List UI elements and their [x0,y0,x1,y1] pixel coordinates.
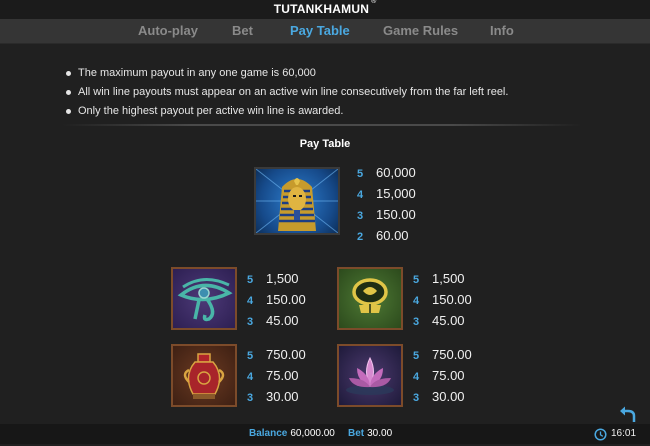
payout-amount: 60.00 [376,228,409,243]
lotus-flower-icon [337,344,403,407]
payout-count: 3 [413,316,420,328]
clock-time: 16:01 [611,428,637,439]
rule-item: The maximum payout in any one game is 60… [64,64,508,83]
payout-count: 5 [413,350,420,362]
payout-amount: 150.00 [432,292,472,307]
payout-amount: 45.00 [266,313,299,328]
bet-label: Bet [348,428,365,439]
payout-count: 5 [357,168,364,180]
paytable-title: Pay Table [299,138,351,150]
bet-value: 30.00 [367,428,393,439]
payout-row: 5 1,500 [247,268,306,289]
game-title: TUTANKHAMUN [273,2,370,16]
scarab-amulet-icon [337,267,403,330]
rule-item: All win line payouts must appear on an a… [64,83,508,102]
payout-row: 5 750.00 [247,344,306,365]
payout-count: 4 [413,371,420,383]
tab-info[interactable]: Info [490,19,514,43]
payout-count: 4 [357,189,364,201]
payout-amount: 45.00 [432,313,465,328]
balance-display: Balance 60,000.00 [249,424,335,444]
payout-amount: 150.00 [266,292,306,307]
payout-count: 3 [413,392,420,404]
tab-game-rules[interactable]: Game Rules [383,19,458,43]
payout-amount: 30.00 [266,389,299,404]
tab-pay-table[interactable]: Pay Table [290,19,350,43]
back-arrow-icon[interactable] [618,406,638,424]
registered-mark: ® [371,0,377,5]
payout-amount: 15,000 [376,186,416,201]
payout-count: 4 [247,295,254,307]
tab-auto-play[interactable]: Auto-play [138,19,198,43]
payout-count: 5 [247,274,254,286]
title-bar: TUTANKHAMUN® [0,0,650,19]
payout-amount: 1,500 [432,271,465,286]
payout-amount: 1,500 [266,271,299,286]
bet-display: Bet 30.00 [348,424,392,444]
payout-amount: 750.00 [432,347,472,362]
payout-amount: 75.00 [432,368,465,383]
footer-bar: Balance 60,000.00 Bet 30.00 16:01 [0,424,650,444]
scarab-payouts: 5 1,500 4 150.00 3 45.00 [413,268,472,331]
payout-row: 5 60,000 [357,162,416,183]
section-divider [62,124,582,126]
payout-amount: 30.00 [432,389,465,404]
payout-row: 3 45.00 [413,310,472,331]
pharaoh-mask-icon [254,167,340,235]
payout-row: 3 30.00 [413,386,472,407]
payout-amount: 75.00 [266,368,299,383]
payout-amount: 750.00 [266,347,306,362]
payout-row: 3 45.00 [247,310,306,331]
payout-count: 3 [247,316,254,328]
pharaoh-payouts: 5 60,000 4 15,000 3 150.00 2 60.00 [357,162,416,246]
tab-bet[interactable]: Bet [232,19,253,43]
tab-bar: Auto-play Bet Pay Table Game Rules Info [0,19,650,44]
payout-amount: 60,000 [376,165,416,180]
payout-row: 2 60.00 [357,225,416,246]
payout-count: 5 [247,350,254,362]
balance-label: Balance [249,428,288,439]
vase-payouts: 5 750.00 4 75.00 3 30.00 [247,344,306,407]
eye-of-horus-icon [171,267,237,330]
payout-count: 4 [247,371,254,383]
payout-row: 3 30.00 [247,386,306,407]
lotus-payouts: 5 750.00 4 75.00 3 30.00 [413,344,472,407]
payout-row: 4 15,000 [357,183,416,204]
payout-amount: 150.00 [376,207,416,222]
payout-row: 5 750.00 [413,344,472,365]
payout-row: 4 75.00 [413,365,472,386]
rule-item: Only the highest payout per active win l… [64,102,508,121]
payout-count: 5 [413,274,420,286]
payout-count: 3 [247,392,254,404]
payout-row: 3 150.00 [357,204,416,225]
balance-value: 60,000.00 [290,428,335,439]
rules-list: The maximum payout in any one game is 60… [64,64,508,121]
payout-count: 3 [357,210,364,222]
payout-count: 2 [357,231,364,243]
payout-row: 4 150.00 [413,289,472,310]
payout-row: 4 75.00 [247,365,306,386]
eye-payouts: 5 1,500 4 150.00 3 45.00 [247,268,306,331]
payout-row: 4 150.00 [247,289,306,310]
payout-count: 4 [413,295,420,307]
vase-icon [171,344,237,407]
payout-row: 5 1,500 [413,268,472,289]
clock-icon [594,428,607,441]
